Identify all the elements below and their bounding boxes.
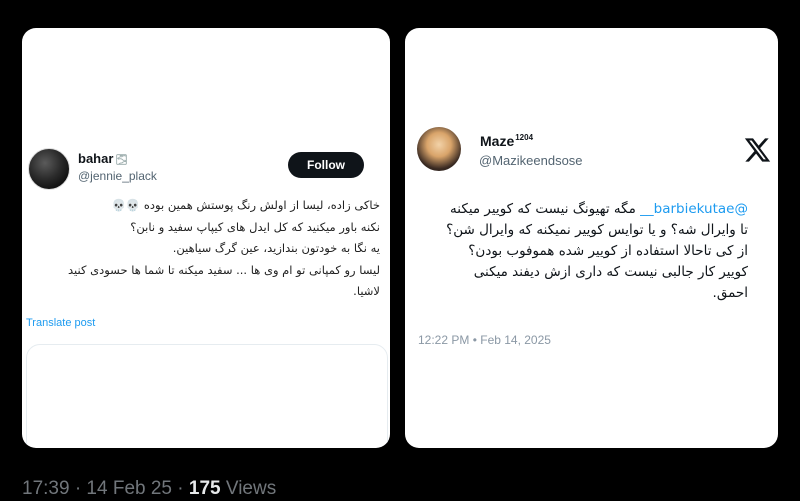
post-meta-footer: 17:39 · 14 Feb 25 · 175 Views xyxy=(22,478,276,500)
tweet-line: از کی تاحالا استفاده از کوییر شده هموفوب… xyxy=(468,243,748,259)
tweet-line: تا وایرال شه؟ و یا توایس کوییر نمیکنه که… xyxy=(446,222,748,238)
views-label: Views xyxy=(220,478,277,499)
tweet-line: لیسا رو کمپانی تو ام وی ها ... سفید میکن… xyxy=(68,262,380,277)
author-name-text: Maze xyxy=(480,133,515,149)
name-superscript: 1204 xyxy=(515,133,534,143)
tweet-text: @barbiekutae__ مگه تهیونگ نیست که کوییر … xyxy=(418,199,748,304)
x-logo-icon[interactable] xyxy=(743,136,771,164)
tweet-line: @barbiekutae__ مگه تهیونگ نیست که کوییر … xyxy=(418,199,748,220)
avatar[interactable] xyxy=(417,127,461,171)
author-handle[interactable]: @jennie_plack xyxy=(78,169,157,183)
author-handle[interactable]: @Mazikeendsose xyxy=(479,153,583,168)
quoted-tweet-box[interactable] xyxy=(26,344,388,448)
follow-button[interactable]: Follow xyxy=(288,152,364,178)
mention-link[interactable]: @barbiekutae__ xyxy=(640,201,748,217)
right-tweet-card: Maze1204 @Mazikeendsose @barbiekutae__ م… xyxy=(405,28,778,448)
tweet-line: لاشیا. xyxy=(353,284,380,298)
author-name-text: bahar xyxy=(78,151,114,166)
tweet-line: یه نگا به خودتون بندازید، عین گرگ سیاهین… xyxy=(172,241,380,255)
author-name[interactable]: bahar 🌫 xyxy=(78,151,128,166)
tweet-line: خاکی زاده، لیسا از اولش رنگ پوستش همین ب… xyxy=(111,198,380,212)
tweet-line: نکنه باور میکنید که کل ایدل های کیپاپ سف… xyxy=(130,219,380,234)
left-tweet-card: bahar 🌫 @jennie_plack Follow خاکی زاده، ل… xyxy=(22,28,390,448)
name-emoji: 🌫 xyxy=(115,155,129,166)
translate-post-link[interactable]: Translate post xyxy=(26,317,95,329)
tweet-timestamp[interactable]: 12:22 PM • Feb 14, 2025 xyxy=(418,333,551,347)
tweet-line-rest: مگه تهیونگ نیست که کوییر میکنه xyxy=(450,201,636,217)
tweet-line: کوییر کار جالبی نیست که داری ازش دیفند م… xyxy=(473,264,748,280)
tweet-line: احمق. xyxy=(712,285,748,301)
post-time[interactable]: 17:39 · 14 Feb 25 · xyxy=(22,478,189,499)
views-count: 175 xyxy=(188,478,221,499)
avatar[interactable] xyxy=(28,148,70,190)
tweet-text: خاکی زاده، لیسا از اولش رنگ پوستش همین ب… xyxy=(40,195,380,303)
author-name[interactable]: Maze1204 xyxy=(480,133,533,149)
